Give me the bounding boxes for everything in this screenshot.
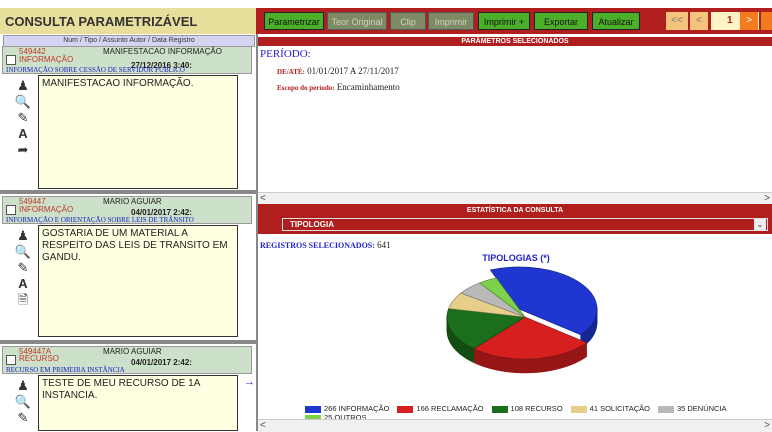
prev-page-button[interactable]: <	[690, 12, 708, 30]
magnify-icon[interactable]: 🔍	[13, 94, 33, 110]
stats-scrollbar[interactable]: < >	[258, 419, 772, 432]
last-page-button[interactable]	[761, 12, 772, 30]
periodo-label: PERÍODO:	[260, 48, 311, 60]
arrow-right-icon[interactable]: →	[244, 376, 255, 388]
item-header: 549442 MANIFESTACAO INFORMAÇÃO INFORMAÇÃ…	[2, 46, 252, 74]
legend-swatch	[305, 406, 321, 413]
item-subject: INFORMAÇÃO SOBRE CESSÃO DE SERVIDOR PÚBL…	[6, 66, 185, 74]
item-type: RECURSO	[19, 354, 59, 363]
stats-dropdown-value: TIPOLOGIA	[290, 220, 334, 229]
imprimir-button[interactable]: Imprimir	[428, 12, 474, 30]
legend-swatch	[571, 406, 587, 413]
item-header: 549447A MARIO AGUIAR RECURSO 04/01/2017 …	[2, 346, 252, 374]
item-author: MARIO AGUIAR	[103, 197, 162, 206]
item-checkbox[interactable]	[6, 55, 16, 65]
legend-item: 35 DENÚNCIA	[658, 404, 727, 413]
divider	[0, 190, 256, 194]
legend-item: 41 SOLICITAÇÃO	[571, 404, 650, 413]
registros-label: REGISTROS SELECIONADOS:	[260, 241, 375, 250]
escopo-value: Encaminhamento	[337, 82, 400, 92]
teor-original-button[interactable]: Teor Original	[327, 12, 387, 30]
legend-swatch	[492, 406, 508, 413]
item-actions: ♟ 🔍 ✎ A 🗎	[13, 228, 33, 308]
item-type: INFORMAÇÃO	[19, 55, 73, 64]
scroll-right-icon[interactable]: >	[764, 420, 770, 432]
item-author: MANIFESTACAO INFORMAÇÃO	[103, 47, 222, 56]
item-date: 04/01/2017 2:42:	[131, 358, 192, 367]
chevron-down-icon[interactable]: ⌄	[754, 219, 766, 230]
legend-label: 41 SOLICITAÇÃO	[590, 404, 650, 413]
date-range-label: DE/ATÉ:	[277, 68, 305, 76]
scroll-left-icon[interactable]: <	[260, 420, 266, 432]
parametrizar-button[interactable]: Parametrizar	[264, 12, 324, 30]
escopo-label: Escopo do período:	[277, 84, 335, 92]
legend-label: 266 INFORMAÇÃO	[324, 404, 389, 413]
magnify-icon[interactable]: 🔍	[13, 244, 33, 260]
item-type: INFORMAÇÃO	[19, 205, 73, 214]
item-subject: RECURSO EM PRIMEIRA INSTÂNCIA	[6, 366, 125, 374]
item-text: GOSTARIA DE UM MATERIAL A RESPEITO DAS L…	[38, 225, 238, 337]
legend-item: 108 RECURSO	[492, 404, 563, 413]
imprimir-plus-button[interactable]: Imprimir +	[478, 12, 530, 30]
item-text: MANIFESTACAO INFORMAÇÃO.	[38, 75, 238, 189]
edit-icon[interactable]: ✎	[13, 110, 33, 126]
escopo: Escopo do período: Encaminhamento	[277, 82, 400, 92]
pie-chart	[430, 262, 620, 382]
registros-value: 641	[377, 240, 391, 250]
forward-icon[interactable]: ➦	[13, 142, 33, 158]
item-actions: ♟ 🔍 ✎ A ➦	[13, 78, 33, 158]
item-checkbox[interactable]	[6, 205, 16, 215]
item-actions: ♟ 🔍 ✎	[13, 378, 33, 426]
person-icon[interactable]: ♟	[13, 78, 33, 94]
page-current: 1	[727, 15, 733, 26]
divider	[0, 340, 256, 344]
exportar-button[interactable]: Exportar	[534, 12, 588, 30]
edit-icon[interactable]: ✎	[13, 410, 33, 426]
clip-button[interactable]: Clip	[390, 12, 426, 30]
font-icon[interactable]: A	[13, 126, 33, 142]
legend-item: 266 INFORMAÇÃO	[305, 404, 389, 413]
registros-selecionados: REGISTROS SELECIONADOS: 641	[260, 240, 391, 250]
first-page-button[interactable]: <<	[666, 12, 688, 30]
person-icon[interactable]: ♟	[13, 228, 33, 244]
date-range-value: 01/01/2017 A 27/11/2017	[307, 66, 399, 76]
page-title: CONSULTA PARAMETRIZÁVEL	[5, 14, 197, 29]
stats-header: ESTATÍSTICA DA CONSULTA	[258, 207, 772, 214]
item-subject: INFORMAÇÃO E ORIENTAÇÃO SOBRE LEIS DE TR…	[6, 216, 194, 224]
legend-label: 166 RECLAMAÇÃO	[416, 404, 483, 413]
next-page-button[interactable]: >	[740, 12, 758, 30]
item-author: MARIO AGUIAR	[103, 347, 162, 356]
legend-label: 35 DENÚNCIA	[677, 404, 727, 413]
stats-dropdown[interactable]: TIPOLOGIA ⌄	[282, 218, 768, 231]
item-header: 549447 MARIO AGUIAR INFORMAÇÃO 04/01/201…	[2, 196, 252, 224]
magnify-icon[interactable]: 🔍	[13, 394, 33, 410]
params-header: PARÂMETROS SELECIONADOS	[258, 37, 772, 46]
date-range: DE/ATÉ: 01/01/2017 A 27/11/2017	[277, 66, 399, 76]
item-text: TESTE DE MEU RECURSO DE 1A INSTANCIA.	[38, 375, 238, 431]
page-title-bar: CONSULTA PARAMETRIZÁVEL	[0, 8, 256, 35]
edit-icon[interactable]: ✎	[13, 260, 33, 276]
legend-swatch	[397, 406, 413, 413]
item-checkbox[interactable]	[6, 355, 16, 365]
atualizar-button[interactable]: Atualizar	[592, 12, 640, 30]
font-icon[interactable]: A	[13, 276, 33, 292]
person-icon[interactable]: ♟	[13, 378, 33, 394]
legend-swatch	[658, 406, 674, 413]
document-icon[interactable]: 🗎	[13, 292, 33, 308]
legend-label: 108 RECURSO	[511, 404, 563, 413]
toolbar: Parametrizar Teor Original Clip Imprimir…	[256, 8, 772, 34]
legend-item: 166 RECLAMAÇÃO	[397, 404, 483, 413]
